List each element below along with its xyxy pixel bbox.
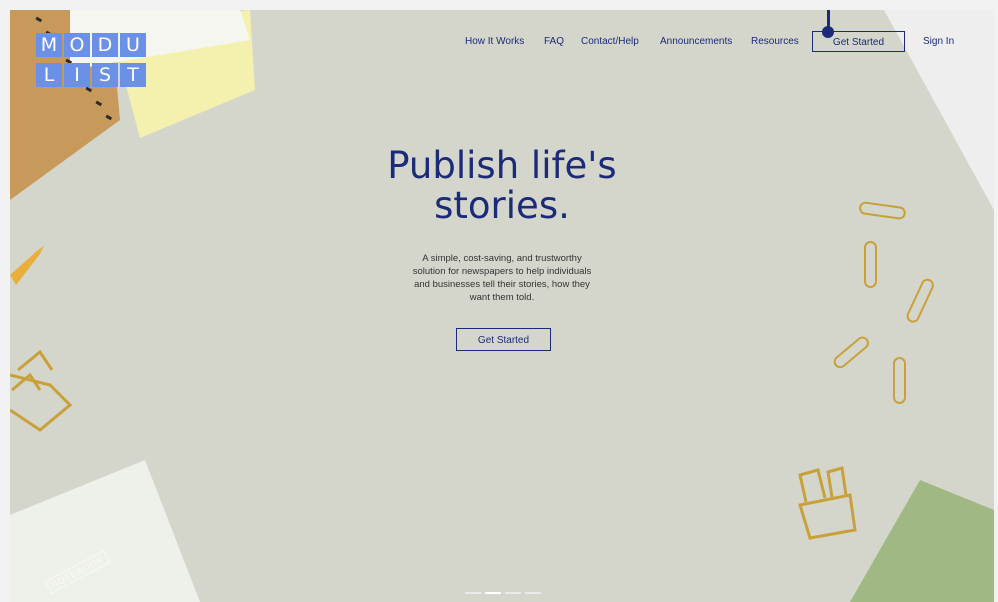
- logo-letter: T: [120, 63, 146, 87]
- logo-letter: I: [64, 63, 90, 87]
- nav-faq[interactable]: FAQ: [544, 34, 564, 50]
- binder-clip-left: [10, 349, 73, 432]
- cursor-pointer-dot: [822, 26, 834, 38]
- carousel-dot-active[interactable]: [485, 592, 501, 594]
- logo-letter: L: [36, 63, 62, 87]
- nav-sign-in[interactable]: Sign In: [923, 34, 954, 50]
- logo-letter: S: [92, 63, 118, 87]
- notebook-bottom: [10, 460, 200, 602]
- hero-get-started-button[interactable]: Get Started: [456, 328, 551, 351]
- nav-how-it-works[interactable]: How It Works: [465, 34, 524, 50]
- green-book: [850, 480, 994, 602]
- hero-title-line1: Publish life's: [387, 144, 617, 187]
- hero-title-line2: stories.: [434, 184, 570, 227]
- nav-contact-help[interactable]: Contact/Help: [581, 34, 639, 50]
- nav-resources[interactable]: Resources: [751, 34, 799, 50]
- hero-background: NOTEBOOK M O D U L I S T How It Works FA…: [10, 10, 994, 602]
- hero-description-line: A simple, cost-saving, and trustworthy: [422, 253, 582, 264]
- carousel-dot[interactable]: [505, 592, 521, 594]
- binder-clip-right: [798, 466, 857, 540]
- nav-announcements[interactable]: Announcements: [660, 34, 732, 50]
- pencil: [10, 246, 44, 285]
- paper-clips: [833, 201, 934, 404]
- top-navigation: How It Works FAQ Contact/Help Announceme…: [10, 31, 994, 54]
- hero-description-line: want them told.: [469, 292, 535, 303]
- hero-description: A simple, cost-saving, and trustworthy s…: [402, 252, 602, 304]
- carousel-dot[interactable]: [465, 592, 481, 594]
- hero-description-line: solution for newspapers to help individu…: [412, 266, 592, 277]
- hero-description-line: and businesses tell their stories, how t…: [414, 279, 590, 290]
- hero-title: Publish life's stories.: [302, 146, 702, 226]
- carousel-dot[interactable]: [525, 592, 541, 594]
- desk-decoration: [10, 10, 994, 602]
